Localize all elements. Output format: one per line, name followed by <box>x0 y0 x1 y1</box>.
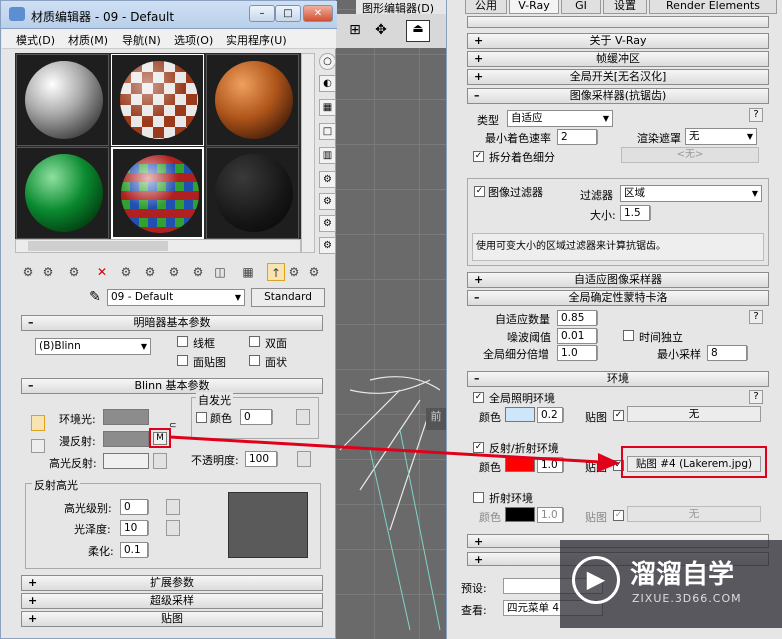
watermark: ▶ 溜溜自学 ZIXUE.3D66.COM <box>560 540 782 628</box>
play-logo-icon: ▶ <box>572 556 620 604</box>
watermark-brand: 溜溜自学 <box>630 560 735 590</box>
watermark-url: ZIXUE.3D66.COM <box>632 592 742 605</box>
